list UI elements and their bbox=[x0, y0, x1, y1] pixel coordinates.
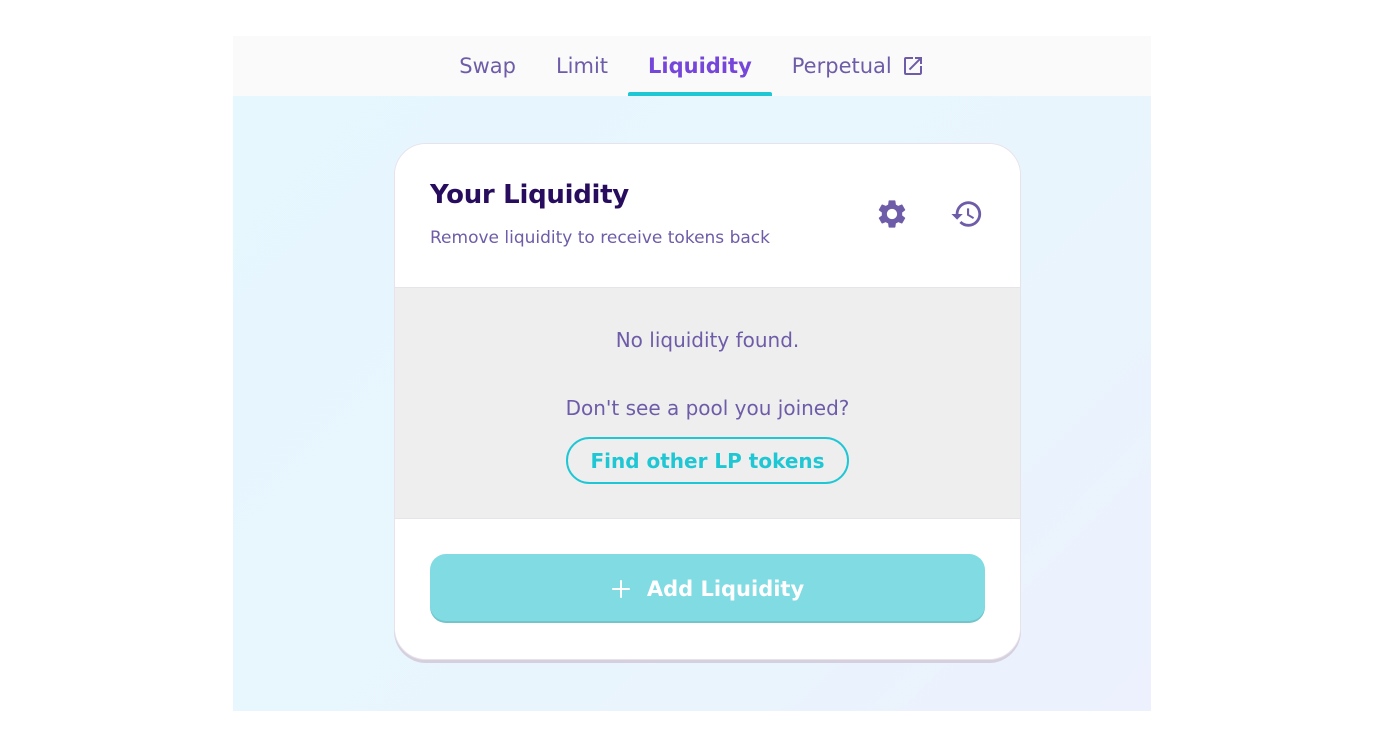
tab-perpetual-label: Perpetual bbox=[791, 54, 892, 78]
pool-prompt: Don't see a pool you joined? bbox=[565, 396, 850, 420]
liquidity-list: No liquidity found. Don't see a pool you… bbox=[395, 288, 1020, 519]
tab-limit-label: Limit bbox=[555, 54, 609, 78]
settings-button[interactable] bbox=[872, 196, 912, 236]
tab-liquidity[interactable]: Liquidity bbox=[628, 36, 772, 96]
top-nav: Swap Limit Liquidity Perpetual bbox=[233, 36, 1151, 96]
gear-icon bbox=[875, 197, 909, 235]
card-header: Your Liquidity Remove liquidity to recei… bbox=[395, 144, 1020, 288]
add-liquidity-button[interactable]: Add Liquidity bbox=[430, 554, 985, 623]
liquidity-card: Your Liquidity Remove liquidity to recei… bbox=[394, 143, 1021, 660]
main-content: Your Liquidity Remove liquidity to recei… bbox=[233, 96, 1151, 711]
tab-swap[interactable]: Swap bbox=[439, 36, 536, 96]
app-frame: Swap Limit Liquidity Perpetual Your Liqu… bbox=[233, 36, 1151, 711]
empty-message: No liquidity found. bbox=[615, 328, 800, 352]
external-link-icon bbox=[901, 54, 925, 78]
tab-perpetual[interactable]: Perpetual bbox=[772, 36, 945, 96]
tab-liquidity-label: Liquidity bbox=[648, 54, 752, 78]
card-title: Your Liquidity bbox=[430, 180, 629, 210]
find-lp-tokens-button[interactable]: Find other LP tokens bbox=[566, 437, 849, 484]
add-liquidity-label: Add Liquidity bbox=[646, 576, 805, 601]
history-button[interactable] bbox=[947, 196, 987, 236]
history-icon bbox=[950, 197, 984, 235]
card-footer: Add Liquidity bbox=[395, 519, 1020, 659]
tab-limit[interactable]: Limit bbox=[536, 36, 628, 96]
plus-icon bbox=[611, 579, 631, 599]
card-subtitle: Remove liquidity to receive tokens back bbox=[430, 228, 770, 248]
tab-swap-label: Swap bbox=[459, 54, 516, 78]
